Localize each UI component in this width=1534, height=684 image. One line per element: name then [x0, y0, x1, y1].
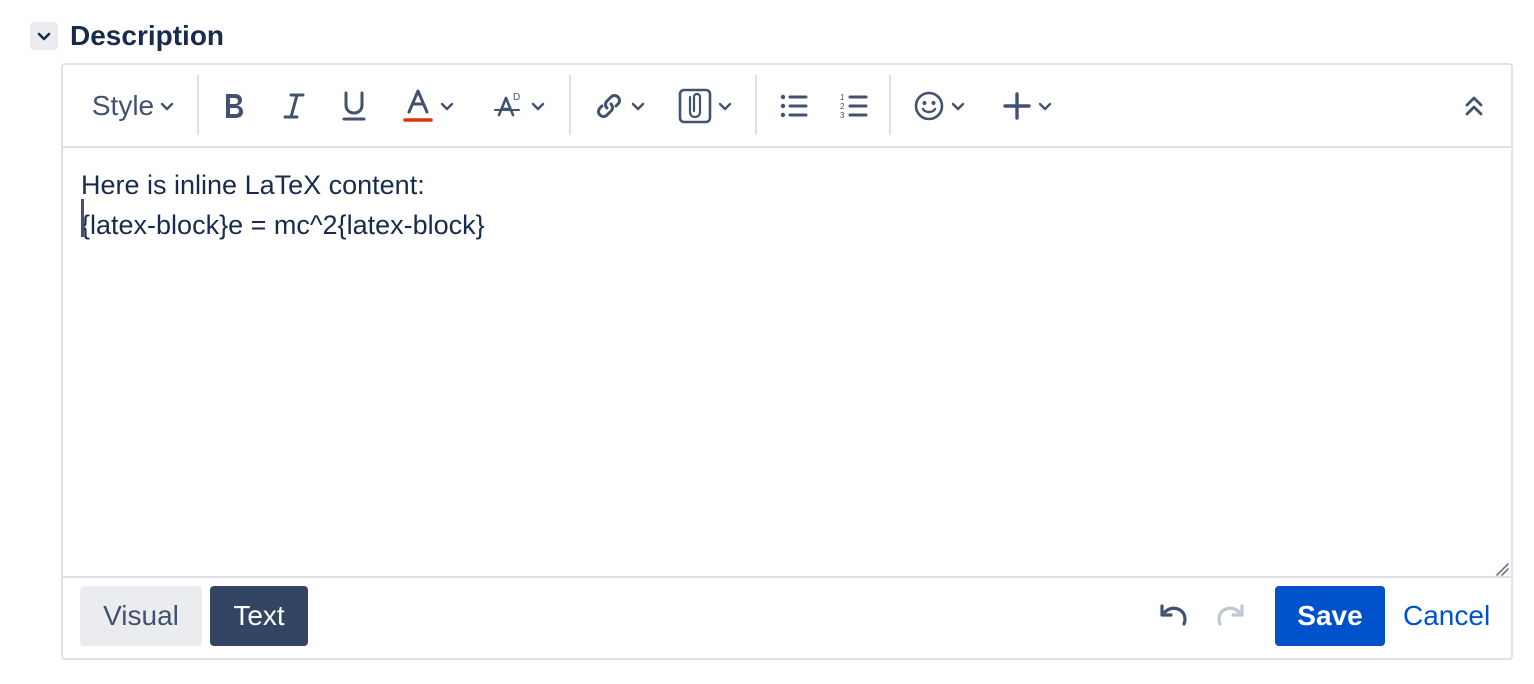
double-chevron-up-icon	[1465, 96, 1483, 116]
chevron-down-icon	[37, 32, 51, 41]
numbered-list-icon: 1 2 3	[840, 93, 868, 120]
bold-icon	[226, 94, 243, 118]
link-icon	[597, 94, 621, 118]
attachment-icon	[678, 88, 712, 124]
section-title: Description	[70, 20, 225, 51]
bold-button[interactable]	[213, 85, 255, 127]
italic-button[interactable]	[273, 85, 315, 127]
cancel-button[interactable]: Cancel	[1403, 586, 1490, 646]
chevron-down-icon	[1038, 102, 1052, 111]
text-mode-button[interactable]: Text	[210, 586, 308, 646]
chevron-down-icon	[531, 102, 545, 111]
link-dropdown[interactable]	[587, 85, 651, 127]
collapse-toolbar-button[interactable]	[1453, 85, 1495, 127]
clear-format-dropdown[interactable]: D	[487, 85, 551, 127]
underline-icon	[342, 91, 366, 121]
insert-more-dropdown[interactable]	[995, 85, 1059, 127]
svg-text:3: 3	[840, 111, 845, 120]
text-color-icon	[403, 89, 433, 122]
visual-mode-button[interactable]: Visual	[80, 586, 202, 646]
emoji-dropdown[interactable]	[907, 85, 971, 127]
chevron-down-icon	[160, 102, 174, 111]
svg-text:2: 2	[840, 102, 845, 111]
text-cursor	[81, 199, 84, 237]
attachment-dropdown[interactable]	[673, 85, 737, 127]
save-button[interactable]: Save	[1275, 586, 1385, 646]
emoji-icon	[914, 91, 944, 121]
toolbar-separator	[197, 75, 199, 135]
plus-icon	[1003, 92, 1031, 120]
chevron-down-icon	[440, 102, 454, 111]
editor-content[interactable]: Here is inline LaTeX content: {latex-blo…	[81, 165, 1493, 245]
numbered-list-button[interactable]: 1 2 3	[833, 85, 875, 127]
undo-icon[interactable]	[1157, 600, 1191, 634]
svg-text:1: 1	[840, 93, 845, 102]
clear-format-icon: D	[494, 92, 520, 117]
svg-text:D: D	[513, 92, 520, 103]
editor-footer: Visual Text Save Cancel	[63, 576, 1511, 658]
italic-icon	[283, 93, 305, 119]
toolbar-separator	[755, 75, 757, 135]
underline-button[interactable]	[333, 85, 375, 127]
rich-text-editor: Style D 1 2 3 Here is inline LaTeX conte…	[61, 63, 1513, 660]
collapse-section-button[interactable]	[30, 22, 58, 50]
content-line: {latex-block}e = mc^2{latex-block}	[81, 210, 485, 240]
content-line: Here is inline LaTeX content:	[81, 170, 425, 200]
text-color-dropdown[interactable]	[393, 85, 463, 127]
style-dropdown[interactable]: Style	[83, 85, 183, 127]
chevron-down-icon	[718, 102, 732, 111]
chevron-down-icon	[631, 102, 645, 111]
toolbar-separator	[889, 75, 891, 135]
editor-toolbar: Style D 1 2 3	[63, 65, 1511, 148]
bullet-list-button[interactable]	[773, 85, 815, 127]
toolbar-separator	[569, 75, 571, 135]
redo-icon	[1217, 604, 1244, 626]
bullet-list-icon	[780, 94, 808, 118]
chevron-down-icon	[951, 102, 965, 111]
resize-handle-icon[interactable]	[1495, 562, 1509, 576]
style-dropdown-label: Style	[91, 90, 155, 121]
